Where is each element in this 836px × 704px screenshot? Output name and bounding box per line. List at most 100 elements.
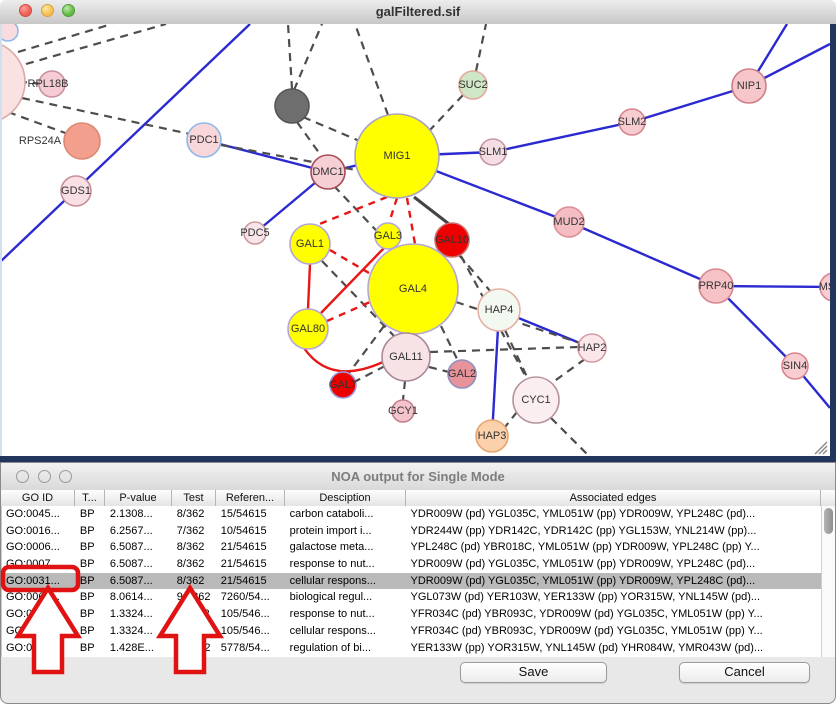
node-DMC1[interactable]: DMC1 — [311, 155, 345, 189]
column-header-referen[interactable]: Referen... — [216, 490, 285, 506]
scrollbar-thumb[interactable] — [824, 508, 833, 534]
table-row[interactable]: GO:0031...BP1.3324...11/362105/546...res… — [2, 606, 821, 623]
cell: GO:0045... — [2, 506, 76, 523]
column-header-p-value[interactable]: P-value — [105, 490, 172, 506]
edge — [505, 330, 528, 379]
svg-text:GAL4: GAL4 — [399, 283, 427, 295]
window-title: galFiltered.sif — [0, 4, 836, 19]
cell: response to nut... — [286, 556, 407, 573]
cancel-button[interactable]: Cancel — [679, 662, 810, 683]
edge — [441, 326, 458, 361]
cell: GO:0031... — [2, 573, 76, 590]
svg-text:GAL80: GAL80 — [291, 323, 325, 335]
edge — [355, 24, 388, 115]
svg-text:MUD2: MUD2 — [553, 216, 584, 228]
column-header-t[interactable]: T... — [75, 490, 105, 506]
node-SUC2[interactable]: SUC2 — [458, 71, 487, 99]
cell: YGL073W (pd) YER103W, YER133W (pp) YOR31… — [407, 589, 821, 606]
node-HAP4[interactable]: HAP4 — [478, 289, 520, 331]
cell: 7260/54... — [217, 589, 286, 606]
edge — [407, 198, 415, 244]
save-button[interactable]: Save — [460, 662, 607, 683]
network-canvas[interactable]: RPL18B RPS24A GDS1 PDC1 DMC1 MIG1 SUC2 SLM1 SLM2… — [0, 24, 830, 456]
node-HAP3[interactable]: HAP3 — [476, 420, 508, 452]
node-CYC1[interactable]: CYC1 — [513, 377, 559, 423]
resize-grip-icon[interactable] — [811, 438, 828, 455]
node-clipped-node[interactable] — [2, 24, 18, 41]
cell: cellular respons... — [286, 573, 407, 590]
cell: 6.5087... — [106, 539, 173, 556]
svg-text:HAP2: HAP2 — [578, 342, 607, 354]
column-header-go-id[interactable]: GO ID — [1, 490, 75, 506]
cell: 1.428E... — [106, 640, 173, 657]
cell: GO:0065... — [2, 589, 76, 606]
node-SIN4[interactable]: SIN4 — [782, 353, 808, 379]
column-header-associated-edges[interactable]: Associated edges — [406, 490, 821, 506]
table-row[interactable]: GO:0050...BP1.428E...80/3625778/54...reg… — [2, 640, 821, 657]
cell: 11/362 — [173, 606, 217, 623]
node-HAP2[interactable]: HAP2 — [578, 334, 607, 362]
node-PDC1[interactable]: PDC1 — [187, 123, 221, 157]
cell: response to nut... — [286, 606, 407, 623]
svg-text:DMC1: DMC1 — [312, 166, 343, 178]
cell: 1.3324... — [106, 623, 173, 640]
node-GAL80[interactable]: GAL80 — [288, 309, 328, 349]
node-GRAY[interactable] — [275, 89, 309, 123]
svg-text:RPS24A: RPS24A — [19, 135, 62, 147]
svg-text:PDC1: PDC1 — [189, 134, 218, 146]
table-row[interactable]: GO:0007...BP6.5087...8/36221/54615respon… — [2, 556, 821, 573]
cell: 1.3324... — [106, 606, 173, 623]
node-RPL18B[interactable]: RPL18B — [28, 71, 69, 97]
edge — [389, 198, 397, 223]
edge — [304, 348, 383, 371]
cell: BP — [76, 539, 106, 556]
cell: YER133W (pp) YOR315W, YNL145W (pd) YHR08… — [407, 640, 821, 657]
cell: BP — [76, 506, 106, 523]
node-MSN5[interactable]: MSN5 — [819, 273, 830, 301]
node-GAL1[interactable]: GAL1 — [290, 224, 330, 264]
node-GDS1[interactable]: GDS1 — [61, 176, 91, 206]
table-row[interactable]: GO:0031...BP6.5087...8/36221/54615cellul… — [2, 573, 821, 590]
edge — [349, 326, 384, 373]
node-NIP1[interactable]: NIP1 — [732, 69, 766, 103]
table-row[interactable]: GO:0031...BP1.3324...11/362105/546...cel… — [2, 623, 821, 640]
node-SLM1[interactable]: SLM1 — [479, 139, 508, 165]
table-row[interactable]: GO:0006...BP6.5087...8/36221/54615galact… — [2, 539, 821, 556]
titlebar-galfiltered[interactable]: galFiltered.sif — [0, 0, 836, 25]
svg-text:RPL18B: RPL18B — [28, 78, 69, 90]
table-row[interactable]: GO:0016...BP6.2567...7/36210/54615protei… — [2, 523, 821, 540]
cell: 21/54615 — [217, 573, 286, 590]
column-header-test[interactable]: Test — [172, 490, 216, 506]
cell: YDR244W (pp) YDR142C, YDR142C (pp) YGL15… — [407, 523, 821, 540]
table-row[interactable]: GO:0045...BP2.1308...8/36215/54615carbon… — [2, 506, 821, 523]
node-GAL4[interactable]: GAL4 — [368, 244, 458, 334]
node-GAL2[interactable]: GAL2 — [448, 360, 476, 388]
cell: YPL248C (pd) YBR018C, YML051W (pp) YDR00… — [407, 539, 821, 556]
svg-text:MIG1: MIG1 — [384, 150, 411, 162]
node-GAL3[interactable]: GAL3 — [374, 223, 402, 249]
cell: galactose meta... — [286, 539, 407, 556]
edge — [430, 347, 579, 352]
vertical-scrollbar[interactable] — [821, 506, 835, 657]
node-GAL7[interactable]: GAL7 — [329, 372, 357, 398]
node-RPS24A[interactable]: RPS24A — [19, 123, 100, 159]
cell: 7/362 — [173, 523, 217, 540]
node-GAL10[interactable]: GAL10 — [435, 223, 469, 257]
node-MIG1[interactable]: MIG1 — [355, 114, 439, 198]
cell: GO:0006... — [2, 539, 76, 556]
node-PRP40[interactable]: PRP40 — [699, 269, 734, 303]
edge — [414, 197, 449, 224]
cell: 94/362 — [173, 589, 217, 606]
node-GCY1[interactable]: GCY1 — [388, 400, 418, 422]
edge — [493, 122, 632, 152]
node-big-node[interactable] — [2, 41, 25, 123]
cell: 6.5087... — [106, 556, 173, 573]
node-SLM2[interactable]: SLM2 — [618, 109, 647, 135]
table-row[interactable]: GO:0065...BP8.0614...94/3627260/54...bio… — [2, 589, 821, 606]
cell: YFR034C (pd) YBR093C, YDR009W (pd) YGL03… — [407, 606, 821, 623]
node-MUD2[interactable]: MUD2 — [553, 207, 584, 237]
titlebar-noa[interactable]: NOA output for Single Mode — [1, 463, 835, 491]
node-GAL11[interactable]: GAL11 — [382, 333, 430, 381]
column-header-desciption[interactable]: Desciption — [285, 490, 406, 506]
cell: regulation of bi... — [286, 640, 407, 657]
